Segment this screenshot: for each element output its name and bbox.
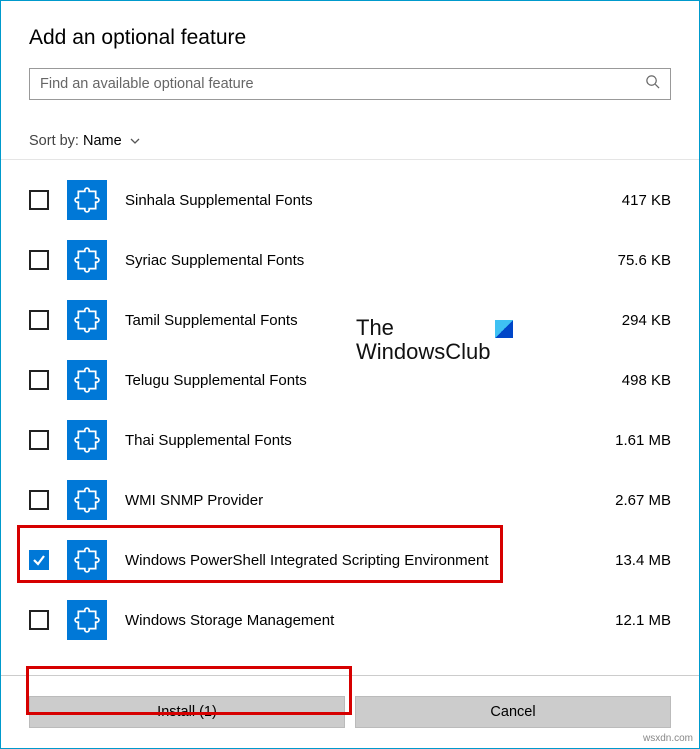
- puzzle-icon: [67, 600, 107, 640]
- feature-size: 1.61 MB: [591, 432, 671, 449]
- list-item[interactable]: Thai Supplemental Fonts1.61 MB: [1, 410, 699, 470]
- feature-label: Windows Storage Management: [125, 612, 591, 629]
- feature-list: Sinhala Supplemental Fonts417 KBSyriac S…: [1, 159, 699, 670]
- list-item[interactable]: WMI SNMP Provider2.67 MB: [1, 470, 699, 530]
- checkbox[interactable]: [29, 610, 49, 630]
- list-item[interactable]: Windows Storage Management12.1 MB: [1, 590, 699, 650]
- feature-size: 294 KB: [591, 312, 671, 329]
- checkbox[interactable]: [29, 310, 49, 330]
- page-title: Add an optional feature: [29, 26, 671, 50]
- sort-value: Name: [83, 133, 122, 149]
- feature-size: 12.1 MB: [591, 612, 671, 629]
- checkbox[interactable]: [29, 190, 49, 210]
- feature-size: 13.4 MB: [591, 552, 671, 569]
- checkbox[interactable]: [29, 490, 49, 510]
- puzzle-icon: [67, 480, 107, 520]
- feature-size: 417 KB: [591, 192, 671, 209]
- cancel-button[interactable]: Cancel: [355, 696, 671, 728]
- feature-label: Windows PowerShell Integrated Scripting …: [125, 552, 591, 569]
- feature-label: WMI SNMP Provider: [125, 492, 591, 509]
- checkbox[interactable]: [29, 430, 49, 450]
- puzzle-icon: [67, 360, 107, 400]
- list-item[interactable]: Telugu Supplemental Fonts498 KB: [1, 350, 699, 410]
- feature-size: 2.67 MB: [591, 492, 671, 509]
- chevron-down-icon: [130, 133, 140, 149]
- feature-label: Thai Supplemental Fonts: [125, 432, 591, 449]
- list-item[interactable]: Sinhala Supplemental Fonts417 KB: [1, 170, 699, 230]
- checkbox[interactable]: [29, 370, 49, 390]
- feature-size: 498 KB: [591, 372, 671, 389]
- list-item[interactable]: Tamil Supplemental Fonts294 KB: [1, 290, 699, 350]
- search-placeholder: Find an available optional feature: [40, 76, 254, 92]
- checkbox[interactable]: [29, 250, 49, 270]
- feature-label: Telugu Supplemental Fonts: [125, 372, 591, 389]
- puzzle-icon: [67, 240, 107, 280]
- puzzle-icon: [67, 420, 107, 460]
- sort-selector[interactable]: Sort by: Name: [1, 115, 699, 159]
- list-item[interactable]: Windows PowerShell Integrated Scripting …: [1, 530, 699, 590]
- feature-label: Sinhala Supplemental Fonts: [125, 192, 591, 209]
- install-button[interactable]: Install (1): [29, 696, 345, 728]
- footer: Install (1) Cancel: [1, 675, 699, 748]
- checkbox[interactable]: [29, 550, 49, 570]
- search-icon: [645, 74, 660, 94]
- list-item[interactable]: Syriac Supplemental Fonts75.6 KB: [1, 230, 699, 290]
- sort-label: Sort by:: [29, 133, 79, 149]
- search-input[interactable]: Find an available optional feature: [29, 68, 671, 100]
- feature-label: Syriac Supplemental Fonts: [125, 252, 591, 269]
- puzzle-icon: [67, 540, 107, 580]
- feature-size: 75.6 KB: [591, 252, 671, 269]
- puzzle-icon: [67, 180, 107, 220]
- puzzle-icon: [67, 300, 107, 340]
- feature-label: Tamil Supplemental Fonts: [125, 312, 591, 329]
